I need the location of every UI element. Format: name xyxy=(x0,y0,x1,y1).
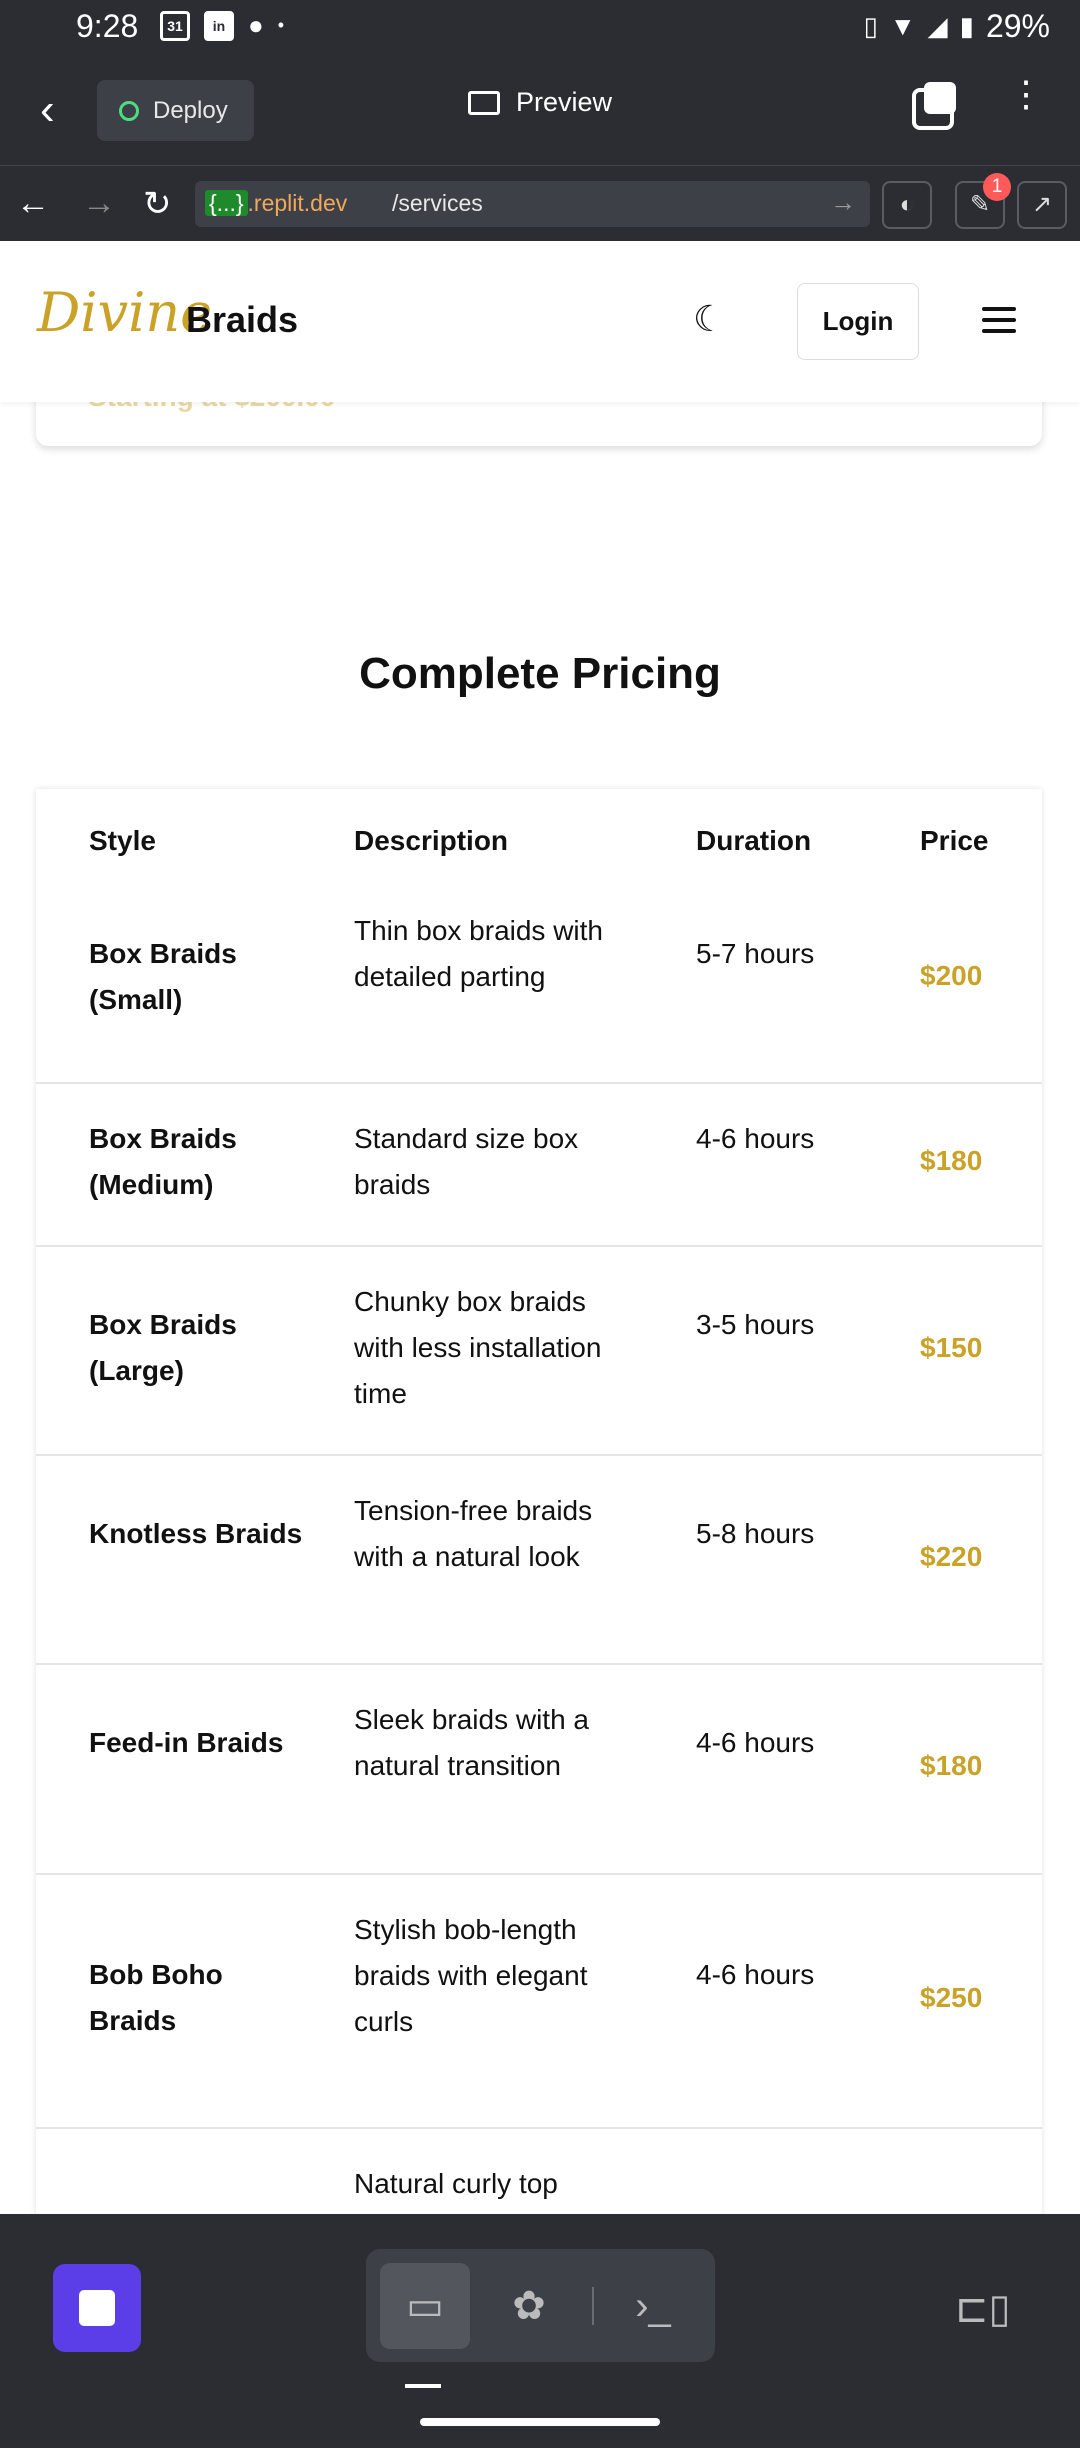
deploy-button[interactable]: Deploy xyxy=(97,80,254,141)
table-row: Box Braids (Small) Thin box braids with … xyxy=(36,879,1042,1082)
url-bar: ← → ↻ {...} .replit.dev /services → ◐ ✎ 1 … xyxy=(0,165,1080,242)
table-row: Box Braids (Medium) Standard size box br… xyxy=(36,1082,1042,1245)
home-dash xyxy=(405,2384,441,2388)
row-duration: 4-6 hours xyxy=(696,1959,815,1990)
replit-header: ‹ Deploy Preview ⋮ xyxy=(0,55,1080,165)
header-style: Style xyxy=(89,825,156,856)
row-price: $200 xyxy=(920,960,983,991)
row-style: Bob Boho Braids xyxy=(89,1959,223,2036)
row-price: $180 xyxy=(920,1750,983,1781)
table-row: Bob Boho Braids Stylish bob-length braid… xyxy=(36,1873,1042,2127)
deploy-label: Deploy xyxy=(153,96,228,124)
section-title: Complete Pricing xyxy=(359,649,721,698)
row-description: Chunky box braids with less installation… xyxy=(354,1286,602,1409)
dot-icon: • xyxy=(277,15,285,35)
stop-button[interactable] xyxy=(53,2264,141,2352)
system-icons: ▯ ▼ ◢ ▮ 29% xyxy=(864,8,1050,45)
more-options-icon[interactable]: ⋮ xyxy=(1008,76,1044,112)
login-button[interactable]: Login xyxy=(797,283,919,360)
row-description: Stylish bob-length braids with elegant c… xyxy=(354,1914,588,2037)
row-price: $150 xyxy=(920,1332,983,1363)
header-duration: Duration xyxy=(696,825,812,856)
row-description: Thin box braids with detailed parting xyxy=(354,915,604,992)
row-price: $220 xyxy=(920,1541,983,1572)
moon-icon[interactable]: ☾ xyxy=(693,299,733,339)
wifi-icon: ▼ xyxy=(889,11,916,41)
forward-arrow-icon[interactable]: → xyxy=(82,184,116,223)
agent-icon[interactable]: ✿ xyxy=(484,2263,574,2349)
monitor-icon xyxy=(468,90,500,115)
webview: Divine Braids ☾ Login Starting at $200.0… xyxy=(0,241,1080,2214)
back-arrow-icon[interactable]: ← xyxy=(16,184,50,223)
preview-label: Preview xyxy=(516,87,613,117)
back-chevron-icon[interactable]: ‹ xyxy=(40,85,90,135)
calendar-icon: 31 xyxy=(160,10,190,41)
table-row: Feed-in Braids Sleek braids with a natur… xyxy=(36,1663,1042,1873)
table-row: Natural curly top xyxy=(36,2127,1042,2214)
preview-monitor-icon[interactable]: ▭ xyxy=(380,2263,470,2349)
row-style: Box Braids (Medium) xyxy=(89,1123,237,1200)
pricing-table: Style Description Duration Price Box Bra… xyxy=(36,789,1042,2214)
view-switcher: ▭ ✿ ›_ xyxy=(366,2249,715,2362)
reddit-icon: ● xyxy=(248,10,264,40)
table-row: Knotless Braids Tension-free braids with… xyxy=(36,1454,1042,1663)
header-description: Description xyxy=(354,825,509,856)
row-duration: 5-7 hours xyxy=(696,938,815,969)
site-navbar: Divine Braids ☾ Login xyxy=(0,241,1080,402)
row-style: Feed-in Braids xyxy=(89,1727,284,1758)
palette-icon[interactable]: ◐ xyxy=(882,181,932,229)
notification-badge: 1 xyxy=(983,173,1011,201)
battery-percent: 29% xyxy=(985,8,1050,44)
row-price: $180 xyxy=(920,1145,983,1176)
row-style: Box Braids (Large) xyxy=(89,1309,237,1386)
reload-icon[interactable]: ↻ xyxy=(143,184,172,224)
row-duration: 3-5 hours xyxy=(696,1309,815,1340)
row-duration: 4-6 hours xyxy=(696,1727,815,1758)
url-path: /services xyxy=(392,190,483,216)
row-description: Standard size box braids xyxy=(354,1123,579,1200)
row-description: Sleek braids with a natural transition xyxy=(354,1704,590,1781)
devtools-icon[interactable]: ✎ 1 xyxy=(955,173,1011,229)
hamburger-menu-icon[interactable] xyxy=(982,307,1016,340)
tabs-switcher-icon[interactable] xyxy=(912,82,956,130)
go-arrow-icon[interactable]: → xyxy=(830,187,856,218)
replit-bottom-bar: ▭ ✿ ›_ ⊏▯ xyxy=(0,2214,1080,2448)
row-description: Tension-free braids with a natural look xyxy=(354,1495,593,1572)
deploy-icon xyxy=(119,100,139,121)
terminal-icon[interactable]: ›_ xyxy=(608,2263,698,2349)
preview-tab[interactable]: Preview xyxy=(468,87,612,118)
status-bar: 9:28 31 in ● • ▯ ▼ ◢ ▮ 29% xyxy=(0,0,1080,55)
row-description: Natural curly top xyxy=(354,2168,558,2199)
divider xyxy=(592,2287,594,2325)
side-panel-icon[interactable]: ⊏▯ xyxy=(955,2286,1011,2332)
table-row: Box Braids (Large) Chunky box braids wit… xyxy=(36,1245,1042,1454)
header-price: Price xyxy=(920,825,989,856)
row-price: $250 xyxy=(920,1982,983,2013)
row-duration: 5-8 hours xyxy=(696,1518,815,1549)
row-style: Knotless Braids xyxy=(89,1518,303,1549)
url-host: {...} .replit.dev xyxy=(205,190,347,217)
open-external-icon[interactable]: ↗ xyxy=(1017,181,1067,229)
row-style: Box Braids (Small) xyxy=(89,938,237,1015)
notification-icons: 31 in ● • xyxy=(160,10,284,41)
home-indicator[interactable] xyxy=(420,2418,660,2426)
signal-icon: ◢ xyxy=(927,11,948,41)
vibrate-icon: ▯ xyxy=(863,11,878,41)
battery-icon: ▮ xyxy=(959,11,974,41)
status-time: 9:28 xyxy=(76,8,139,44)
logo-word[interactable]: Braids xyxy=(186,299,298,341)
row-duration: 4-6 hours xyxy=(696,1123,815,1154)
linkedin-icon: in xyxy=(204,10,234,41)
url-input[interactable]: {...} .replit.dev /services → xyxy=(195,181,870,227)
